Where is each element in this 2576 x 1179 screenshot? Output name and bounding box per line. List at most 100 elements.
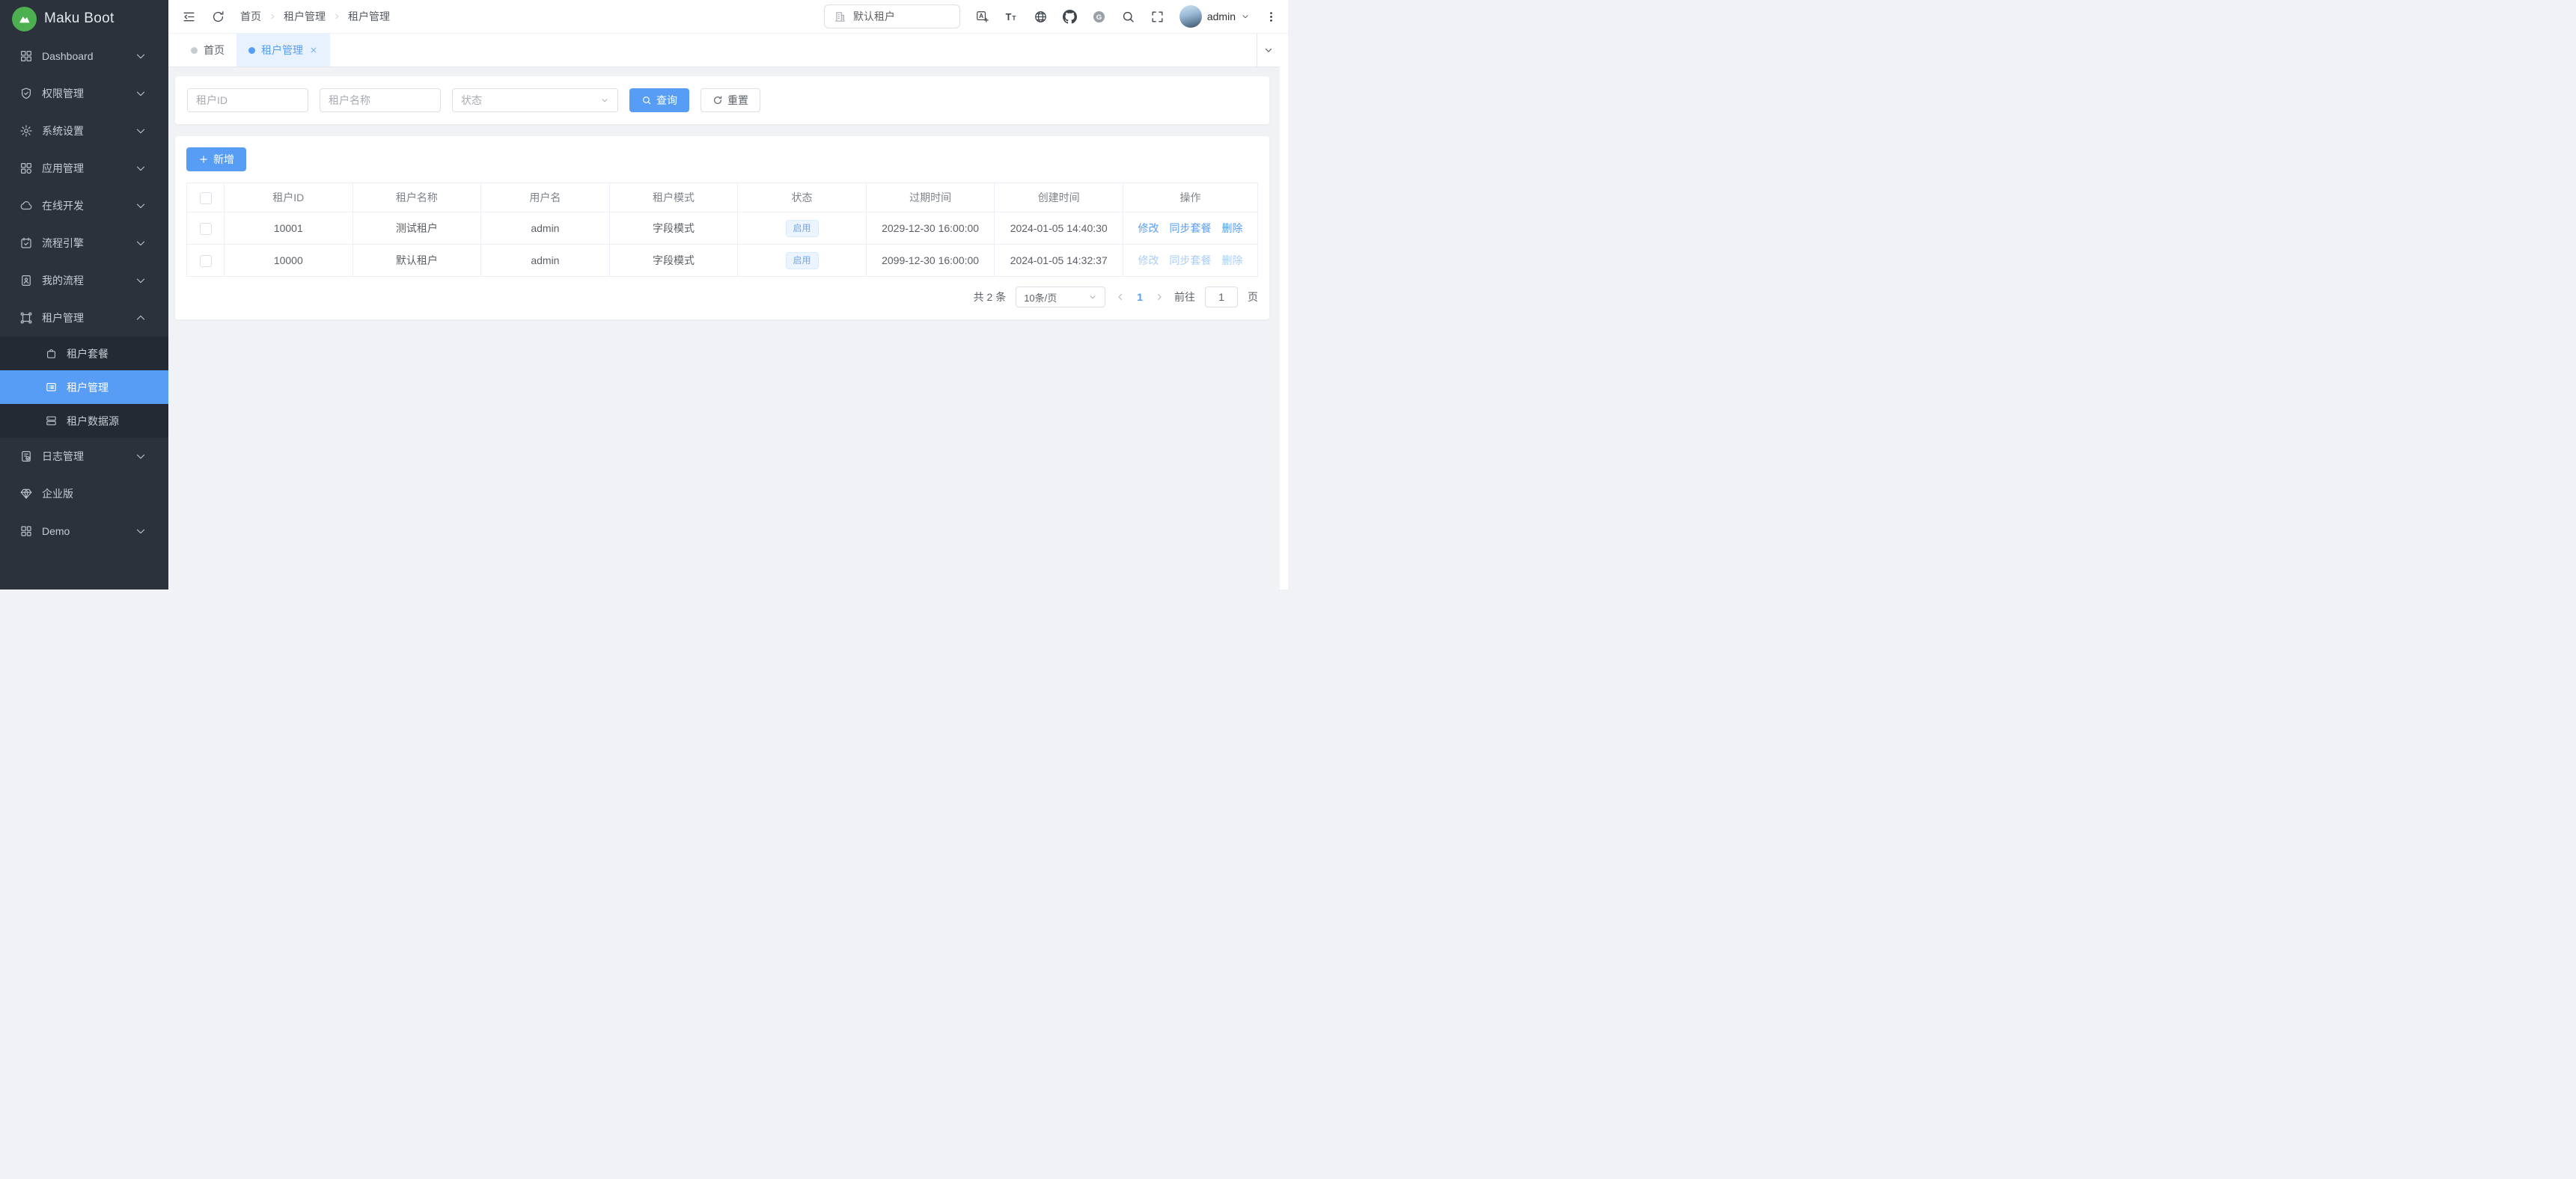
diamond-icon <box>19 487 33 500</box>
svg-text:T: T <box>1005 11 1011 22</box>
search-icon[interactable] <box>1121 10 1135 24</box>
row-checkbox-cell <box>187 212 225 245</box>
tab-item[interactable]: 首页 <box>179 34 236 67</box>
github-icon[interactable] <box>1063 10 1077 24</box>
status-badge: 启用 <box>786 220 819 237</box>
page-content: 状态 查询 重置 <box>168 67 1288 590</box>
table-cell: admin <box>481 212 610 245</box>
page-number[interactable]: 1 <box>1135 291 1144 303</box>
prev-page-icon[interactable] <box>1115 292 1126 302</box>
frame-icon <box>19 311 33 325</box>
action-link[interactable]: 删除 <box>1222 222 1243 234</box>
row-checkbox[interactable] <box>200 255 212 267</box>
close-icon[interactable] <box>309 46 318 55</box>
scrollbar-track[interactable] <box>1280 67 1288 590</box>
sidebar-item[interactable]: 应用管理 <box>0 150 168 187</box>
select-all-checkbox[interactable] <box>200 192 212 204</box>
tenant-table: 租户ID租户名称用户名租户模式状态过期时间创建时间操作 10001测试租户adm… <box>186 183 1258 277</box>
tenant-name-input[interactable] <box>320 88 441 112</box>
sidebar: Maku Boot Dashboard权限管理系统设置应用管理在线开发流程引擎我… <box>0 0 168 590</box>
sidebar-item[interactable]: 企业版 <box>0 475 168 512</box>
page-unit-label: 页 <box>1248 290 1258 304</box>
table-cell: 2029-12-30 16:00:00 <box>866 212 995 245</box>
action-link: 同步套餐 <box>1170 254 1212 266</box>
sidebar-item[interactable]: 我的流程 <box>0 262 168 299</box>
goto-page-input[interactable] <box>1205 287 1238 307</box>
sidebar-subitem-active[interactable]: 租户管理 <box>0 370 168 404</box>
table-cell: 2099-12-30 16:00:00 <box>866 245 995 277</box>
search-icon <box>641 95 652 105</box>
query-button[interactable]: 查询 <box>629 88 689 112</box>
column-header: 过期时间 <box>866 183 995 212</box>
kebab-menu-icon[interactable] <box>1265 10 1278 23</box>
breadcrumb-item[interactable]: 租户管理 <box>348 9 390 24</box>
sidebar-item[interactable]: 日志管理 <box>0 438 168 475</box>
table-cell: 默认租户 <box>352 245 481 277</box>
gear-icon <box>19 124 33 138</box>
gitee-icon[interactable]: G <box>1092 10 1106 24</box>
breadcrumb-item[interactable]: 租户管理 <box>284 9 326 24</box>
tabbar-dropdown-button[interactable] <box>1257 34 1280 67</box>
sidebar-item[interactable]: 系统设置 <box>0 112 168 150</box>
plus-icon <box>198 154 209 165</box>
sidebar-item[interactable]: 权限管理 <box>0 75 168 112</box>
document-user-icon <box>19 274 33 287</box>
breadcrumb-item[interactable]: 首页 <box>240 9 261 24</box>
tab-active[interactable]: 租户管理 <box>236 34 330 67</box>
sidebar-item-label: 企业版 <box>42 486 156 501</box>
page-size-select[interactable]: 10条/页 <box>1016 287 1105 307</box>
query-button-label: 查询 <box>656 93 677 108</box>
font-size-icon[interactable]: T T <box>1004 10 1019 24</box>
chevron-down-icon <box>134 236 147 250</box>
reset-button[interactable]: 重置 <box>701 88 760 112</box>
sidebar-item[interactable]: Dashboard <box>0 37 168 75</box>
status-select[interactable]: 状态 <box>452 88 618 112</box>
status-badge: 启用 <box>786 252 819 269</box>
avatar <box>1179 5 1202 28</box>
header-checkbox-cell <box>187 183 225 212</box>
cloud-icon <box>19 199 33 212</box>
add-button-label: 新增 <box>213 152 234 167</box>
sidebar-item[interactable]: Demo <box>0 512 168 550</box>
tab-label: 租户管理 <box>261 43 303 58</box>
translate-icon[interactable]: A <box>975 10 989 24</box>
status-select-placeholder: 状态 <box>461 93 482 108</box>
svg-text:G: G <box>1096 13 1102 21</box>
sidebar-item-label: 系统设置 <box>42 123 134 138</box>
chevron-down-icon <box>134 49 147 63</box>
column-header: 租户名称 <box>352 183 481 212</box>
refresh-icon[interactable] <box>211 10 225 24</box>
tenant-select[interactable]: 默认租户 <box>824 4 960 28</box>
column-header: 创建时间 <box>995 183 1123 212</box>
refresh-icon <box>712 95 723 105</box>
sidebar-subitem[interactable]: 租户数据源 <box>0 404 168 438</box>
tabbar: 首页 租户管理 <box>168 34 1288 67</box>
svg-text:A: A <box>979 12 983 19</box>
sidebar-item[interactable]: 流程引擎 <box>0 224 168 262</box>
column-header: 租户模式 <box>609 183 738 212</box>
dashboard-icon <box>19 49 33 63</box>
action-link[interactable]: 修改 <box>1138 222 1159 234</box>
globe-icon[interactable] <box>1034 10 1048 24</box>
fullscreen-icon[interactable] <box>1150 10 1165 24</box>
next-page-icon[interactable] <box>1154 292 1165 302</box>
grid-icon <box>19 524 33 538</box>
pagination-total: 共 2 条 <box>974 290 1007 304</box>
goto-label: 前往 <box>1174 290 1195 304</box>
sidebar-subitem[interactable]: 租户套餐 <box>0 337 168 370</box>
user-menu[interactable]: admin <box>1179 5 1250 28</box>
action-link: 删除 <box>1222 254 1243 266</box>
table-cell: 字段模式 <box>609 245 738 277</box>
menu-fold-icon[interactable] <box>182 10 196 24</box>
action-link[interactable]: 同步套餐 <box>1170 222 1212 234</box>
breadcrumb-separator-icon <box>268 12 277 21</box>
table-cell: 字段模式 <box>609 212 738 245</box>
sidebar-item[interactable]: 在线开发 <box>0 187 168 224</box>
table-row: 10001测试租户admin字段模式启用2029-12-30 16:00:002… <box>187 212 1258 245</box>
tenant-id-input[interactable] <box>187 88 308 112</box>
row-checkbox[interactable] <box>200 223 212 235</box>
chevron-down-icon <box>134 87 147 100</box>
add-button[interactable]: 新增 <box>186 147 246 171</box>
sidebar-item-label: Demo <box>42 525 134 537</box>
sidebar-item[interactable]: 租户管理 <box>0 299 168 337</box>
